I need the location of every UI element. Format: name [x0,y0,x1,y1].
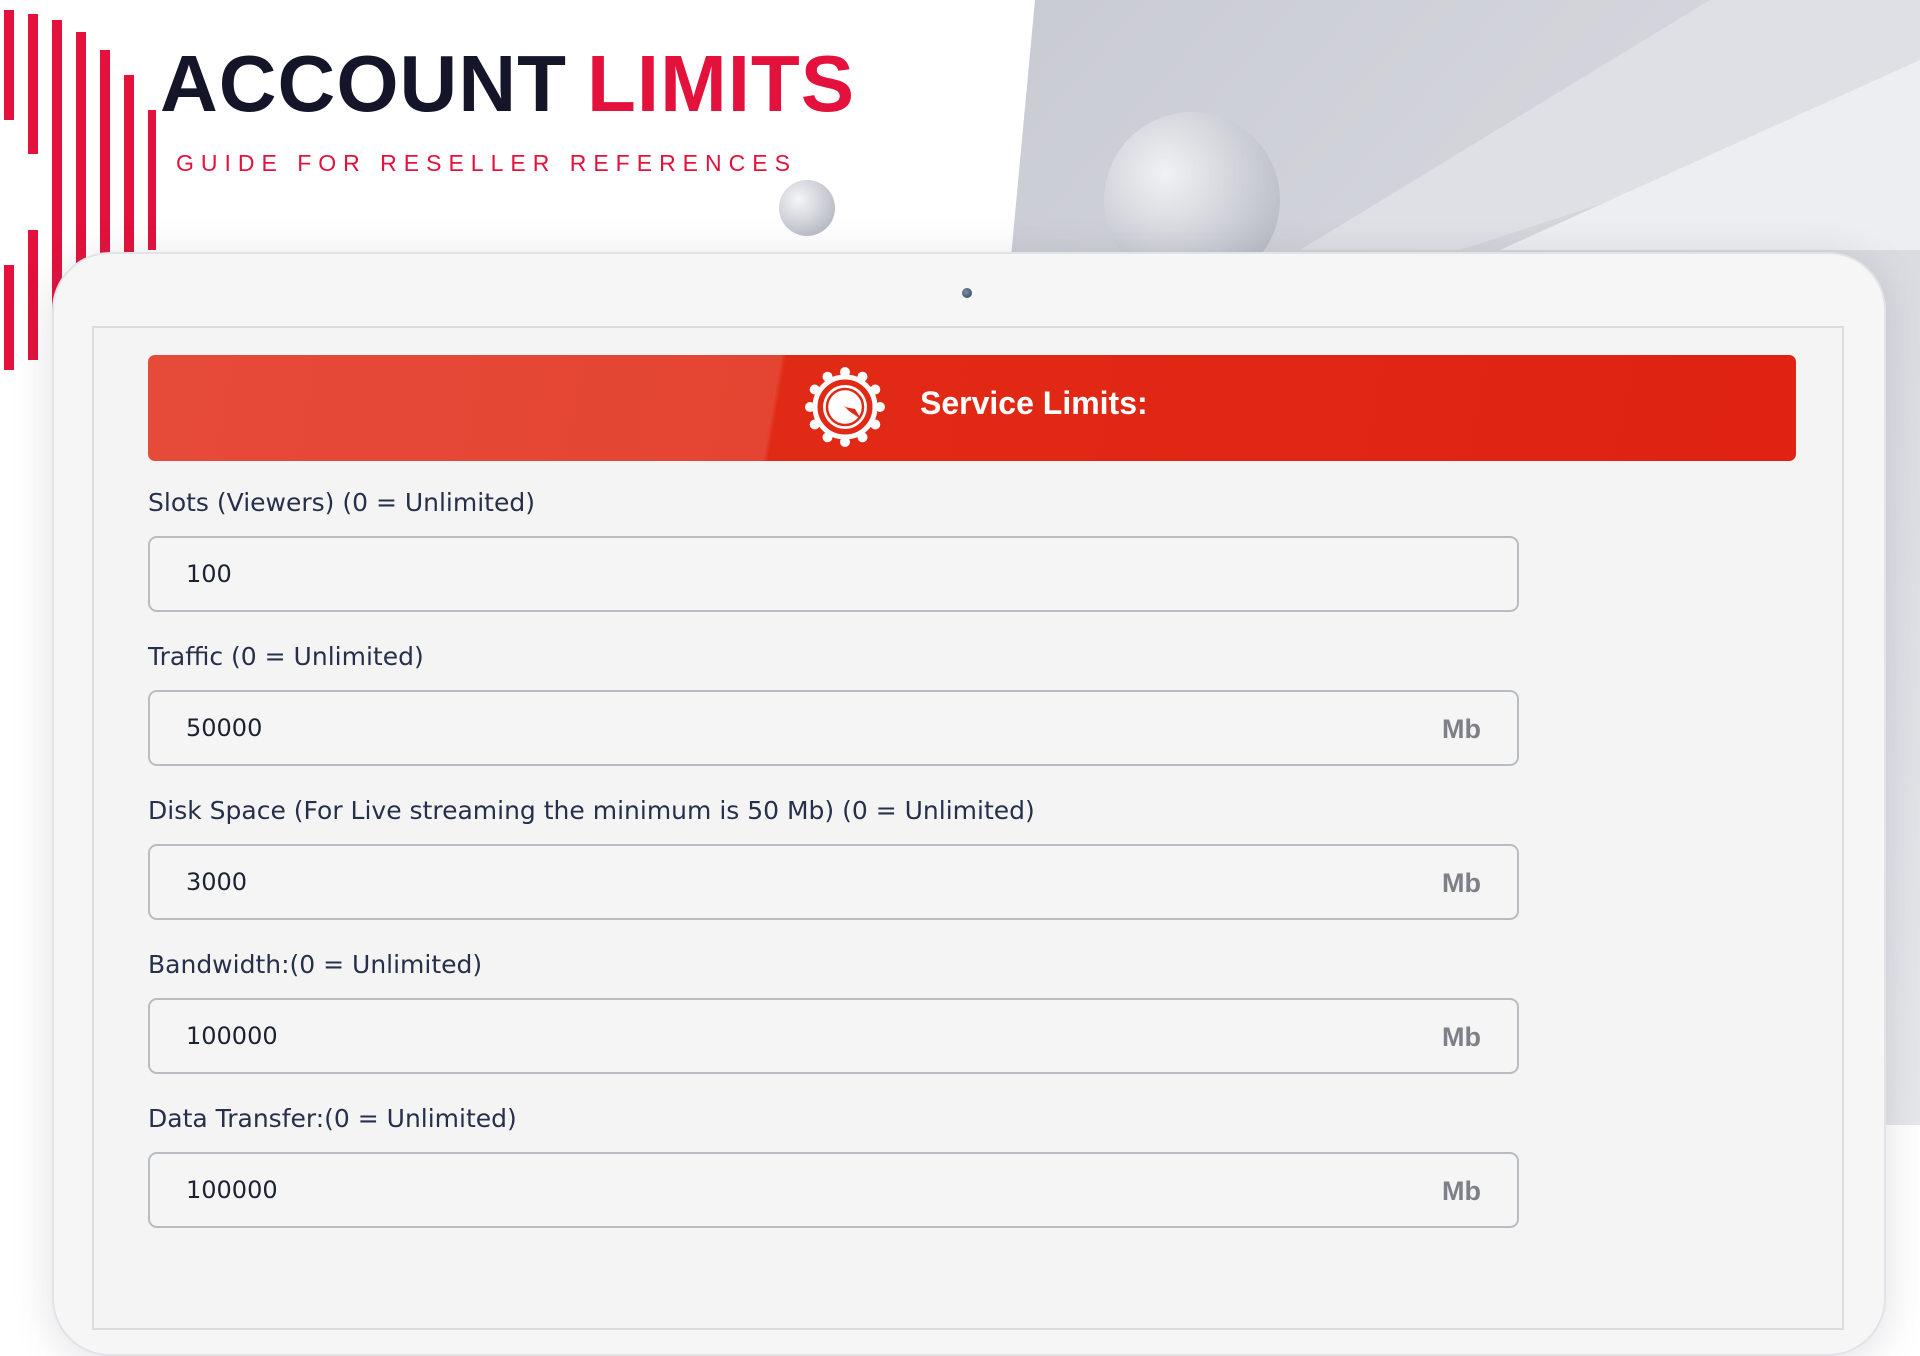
traffic-input[interactable]: 50000 Mb [148,690,1519,766]
service-limits-title: Service Limits: [920,385,1148,421]
slots-input[interactable]: 100 [148,536,1519,612]
traffic-value: 50000 [186,714,263,742]
webcam-icon [962,288,972,298]
traffic-unit: Mb [1442,714,1481,744]
bandwidth-unit: Mb [1442,1022,1481,1052]
bandwidth-input[interactable]: 100000 Mb [148,998,1519,1074]
traffic-label: Traffic (0 = Unlimited) [148,642,424,671]
logo-word-limits: LIMITS [586,39,856,128]
gauge-icon [805,367,885,447]
slots-value: 100 [186,560,232,588]
logo-title: ACCOUNT LIMITS [160,44,855,124]
slots-label: Slots (Viewers) (0 = Unlimited) [148,488,535,517]
disk-space-value: 3000 [186,868,248,896]
logo-subtitle: GUIDE FOR RESELLER REFERENCES [176,150,797,176]
data-transfer-input[interactable]: 100000 Mb [148,1152,1519,1228]
data-transfer-value: 100000 [186,1176,278,1204]
data-transfer-unit: Mb [1442,1176,1481,1206]
disk-space-input[interactable]: 3000 Mb [148,844,1519,920]
bandwidth-value: 100000 [186,1022,278,1050]
data-transfer-label: Data Transfer:(0 = Unlimited) [148,1104,517,1133]
disk-space-unit: Mb [1442,868,1481,898]
bandwidth-label: Bandwidth:(0 = Unlimited) [148,950,483,979]
logo-word-account: ACCOUNT [160,39,567,128]
disk-space-label: Disk Space (For Live streaming the minim… [148,796,1035,825]
